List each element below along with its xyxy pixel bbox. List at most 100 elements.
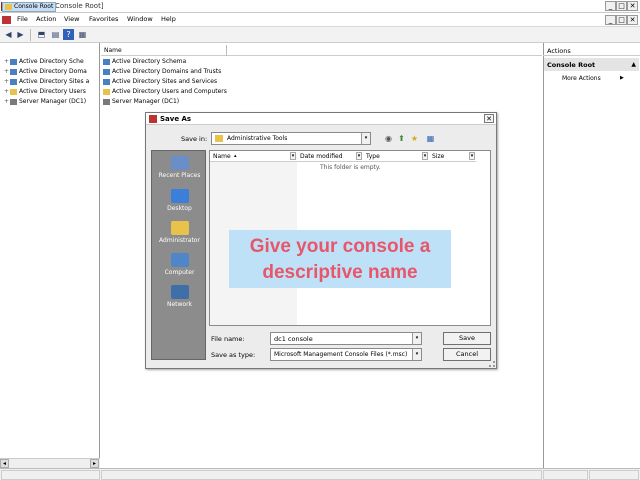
cancel-button[interactable]: Cancel — [443, 348, 491, 361]
snapin-icon — [10, 68, 17, 75]
menu-help[interactable]: Help — [161, 15, 176, 23]
close-button[interactable]: ✕ — [627, 1, 638, 11]
instruction-callout: Give your console a descriptive name — [229, 230, 451, 288]
place-network[interactable]: Network — [152, 285, 207, 308]
column-header-type[interactable]: Type ▾ — [363, 151, 429, 162]
up-folder-icon[interactable]: ⬆ — [396, 133, 407, 144]
chevron-down-icon[interactable]: ▾ — [412, 349, 421, 360]
menu-view[interactable]: View — [64, 15, 79, 23]
column-filter-icon[interactable]: ▾ — [356, 152, 362, 160]
help-icon[interactable]: ? — [63, 29, 74, 40]
actions-section-console-root[interactable]: Console Root ▲ — [544, 58, 639, 71]
column-filter-icon[interactable]: ▾ — [469, 152, 475, 160]
mmc-app-icon — [149, 115, 157, 123]
more-actions-link[interactable]: More Actions ▶ — [562, 75, 624, 82]
place-label: Desktop — [167, 205, 192, 212]
new-folder-icon[interactable]: ★ — [409, 133, 420, 144]
views-menu-icon[interactable]: ▦ — [425, 133, 436, 144]
up-level-icon[interactable]: ⬒ — [36, 29, 47, 40]
doc-close-button[interactable]: ✕ — [627, 15, 638, 25]
back-arrow-icon[interactable]: ◀ — [3, 29, 14, 40]
column-name[interactable]: Name — [104, 47, 122, 54]
tree-horizontal-scrollbar[interactable]: ◂ ▸ — [0, 458, 100, 468]
properties-icon[interactable]: ▤ — [50, 29, 61, 40]
tree-item[interactable]: + Server Manager (DC1) — [4, 98, 86, 108]
save-in-dropdown[interactable]: Administrative Tools ▾ — [211, 132, 371, 145]
window-titlebar: Console1 - [Console Root] _ □ ✕ — [0, 0, 640, 13]
results-column-header[interactable]: Name — [101, 45, 542, 56]
column-filter-icon[interactable]: ▾ — [422, 152, 428, 160]
menu-window[interactable]: Window — [127, 15, 153, 23]
actions-header: Actions — [543, 45, 640, 56]
empty-folder-message: This folder is empty. — [320, 164, 381, 171]
place-label: Computer — [164, 269, 195, 276]
menu-action[interactable]: Action — [36, 15, 56, 23]
column-label: Type — [366, 153, 380, 160]
snapin-icon — [10, 78, 17, 85]
place-administrator[interactable]: Administrator — [152, 221, 207, 244]
tree-item-console-root[interactable]: Console Root — [2, 2, 57, 12]
place-recent[interactable]: Recent Places — [152, 156, 207, 179]
column-header-name[interactable]: Name ▴ ▾ — [210, 151, 297, 162]
place-label: Administrator — [159, 237, 200, 244]
tree-item-label: Server Manager (DC1) — [19, 98, 87, 105]
doc-restore-button[interactable]: □ — [616, 15, 627, 25]
place-computer[interactable]: Computer — [152, 253, 207, 276]
place-label: Network — [166, 301, 193, 308]
list-item[interactable]: Active Directory Schema — [103, 58, 186, 68]
status-segment — [543, 470, 588, 480]
list-item[interactable]: Active Directory Domains and Trusts — [103, 68, 221, 78]
list-item-label: Active Directory Users and Computers — [112, 88, 227, 95]
tree-item[interactable]: + Active Directory Sites a — [4, 78, 89, 88]
tree-item-label: Active Directory Sites a — [19, 78, 90, 85]
back-icon[interactable]: ◉ — [383, 133, 394, 144]
minimize-button[interactable]: _ — [605, 1, 616, 11]
list-item[interactable]: Active Directory Users and Computers — [103, 88, 227, 98]
list-item[interactable]: Server Manager (DC1) — [103, 98, 179, 108]
toolbar: ◀ ▶ ⬒ ▤ ? ▦ — [0, 27, 640, 43]
status-segment — [101, 470, 542, 480]
snapin-icon — [10, 88, 17, 95]
column-label: Size — [432, 153, 445, 160]
console-doc-icon[interactable] — [2, 16, 11, 24]
save-button[interactable]: Save — [443, 332, 491, 345]
forward-arrow-icon[interactable]: ▶ — [15, 29, 26, 40]
folder-icon — [5, 3, 12, 10]
tree-item[interactable]: + Active Directory Users — [4, 88, 86, 98]
tree-item[interactable]: + Active Directory Doma — [4, 68, 87, 78]
menu-file[interactable]: File — [17, 15, 28, 23]
list-item[interactable]: Active Directory Sites and Services — [103, 78, 217, 88]
tree-item-label: Active Directory Sche — [19, 58, 84, 65]
tree-item-label: Active Directory Doma — [19, 68, 87, 75]
show-hide-tree-icon[interactable]: ▦ — [77, 29, 88, 40]
maximize-button[interactable]: □ — [616, 1, 627, 11]
dialog-titlebar[interactable]: Save As ✕ — [146, 113, 496, 125]
computer-icon — [170, 253, 189, 267]
tree-item[interactable]: + Active Directory Sche — [4, 58, 84, 68]
chevron-down-icon[interactable]: ▾ — [361, 133, 370, 144]
tree-root-label: Console Root — [14, 3, 54, 10]
column-header-date[interactable]: Date modified ▾ — [297, 151, 363, 162]
scroll-left-icon[interactable]: ◂ — [0, 459, 9, 468]
resize-grip-icon[interactable] — [489, 361, 495, 367]
place-desktop[interactable]: Desktop — [152, 189, 207, 212]
column-header-size[interactable]: Size ▾ — [429, 151, 476, 162]
menu-favorites[interactable]: Favorites — [89, 15, 118, 23]
file-name-input[interactable]: dc1 console ▾ — [270, 332, 422, 345]
save-as-type-label: Save as type: — [211, 351, 256, 359]
save-as-type-select[interactable]: Microsoft Management Console Files (*.ms… — [270, 348, 422, 361]
save-in-label: Save in: — [181, 135, 208, 143]
snapin-icon — [103, 58, 110, 65]
toolbar-separator — [30, 29, 31, 41]
column-filter-icon[interactable]: ▾ — [290, 152, 296, 160]
chevron-down-icon[interactable]: ▾ — [412, 333, 421, 344]
dialog-close-button[interactable]: ✕ — [484, 114, 494, 123]
scroll-right-icon[interactable]: ▸ — [90, 459, 99, 468]
more-actions-label: More Actions — [562, 75, 601, 82]
save-as-type-value: Microsoft Management Console Files (*.ms… — [274, 351, 408, 358]
column-divider[interactable] — [226, 45, 227, 56]
menu-bar: File Action View Favorites Window Help _… — [0, 13, 640, 27]
doc-minimize-button[interactable]: _ — [605, 15, 616, 25]
network-icon — [170, 285, 189, 299]
collapse-caret-icon[interactable]: ▲ — [631, 61, 636, 68]
